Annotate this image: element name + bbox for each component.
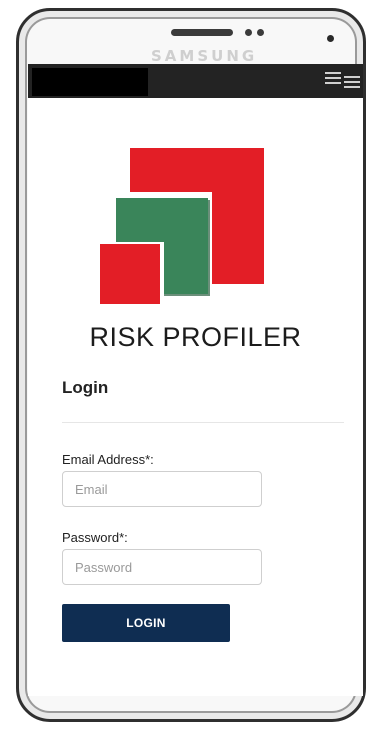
earpiece-speaker (171, 29, 233, 36)
password-field[interactable] (62, 549, 262, 585)
brand-label: SAMSUNG (151, 47, 258, 65)
front-camera (327, 35, 334, 42)
top-bar (28, 64, 363, 98)
app-screen: RISK PROFILER Login Email Address*: Pass… (28, 64, 363, 696)
top-bar-title-area (32, 68, 148, 96)
sensor-dot (257, 29, 264, 36)
email-label: Email Address*: (62, 452, 154, 467)
risk-profiler-logo (98, 148, 268, 306)
app-title: RISK PROFILER (89, 322, 302, 352)
sensor-dot (245, 29, 252, 36)
email-field[interactable] (62, 471, 262, 507)
hamburger-menu-icon[interactable] (325, 72, 341, 86)
divider (62, 422, 344, 423)
page: SAMSUNG RISK PROFILER Login Email Addres… (0, 0, 380, 729)
login-button[interactable]: LOGIN (62, 604, 230, 642)
hamburger-menu-icon[interactable] (344, 76, 360, 90)
password-label: Password*: (62, 530, 128, 545)
logo-small-red-square (100, 244, 160, 304)
login-heading: Login (62, 378, 109, 397)
